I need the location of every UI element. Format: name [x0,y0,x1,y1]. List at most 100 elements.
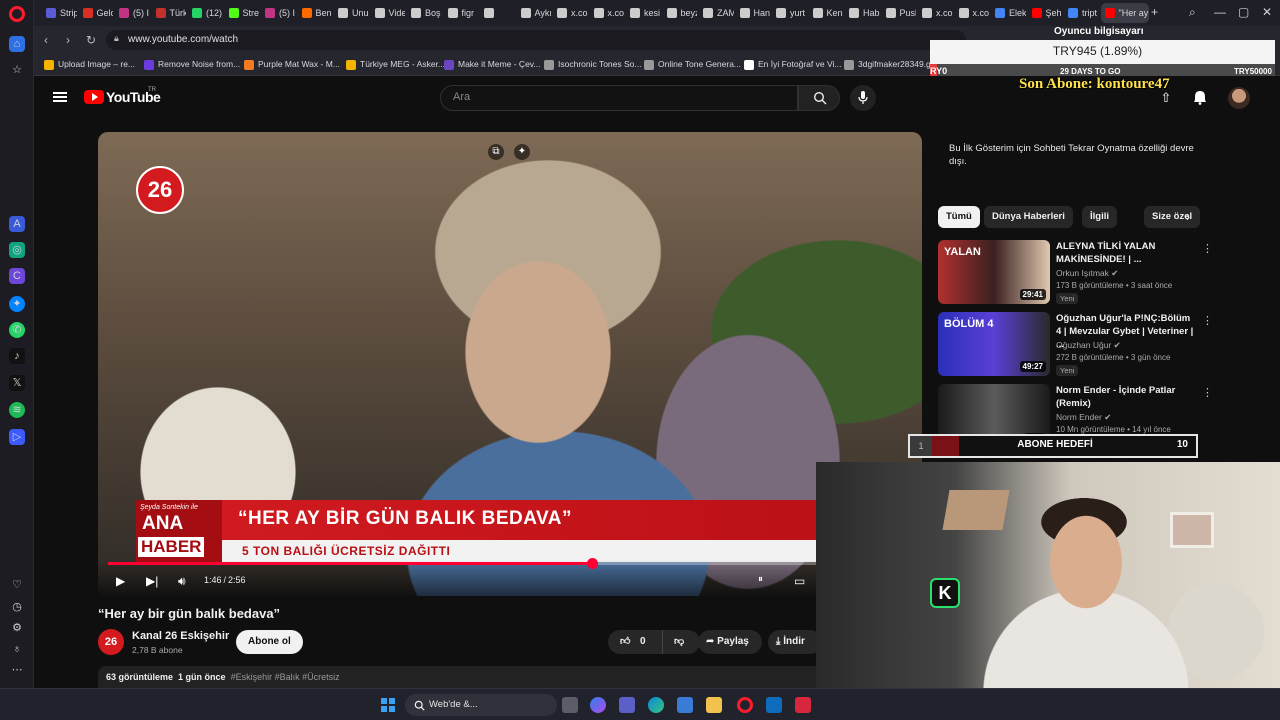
browser-tab[interactable]: figr [444,3,479,23]
recommended-video[interactable]: YALAN 29:41 ALEYNA TİLKİ YALAN MAKİNESİNDE… [938,240,1213,306]
new-tab-plus-icon[interactable]: + [1151,5,1158,19]
browser-tab[interactable]: x.coi [955,3,989,23]
close-window-icon[interactable]: ✕ [1262,5,1272,19]
browser-tab[interactable]: "Her ay b [1100,3,1149,23]
bookmark-star-icon[interactable]: ☆ [9,62,25,78]
browser-tab[interactable]: x.coi [590,3,624,23]
browser-tab[interactable]: Pusl [882,3,916,23]
store-icon[interactable] [677,697,693,713]
play-icon[interactable]: ▶ [116,574,125,588]
browser-tab[interactable]: (5) I [115,3,150,23]
voice-search-button[interactable] [850,85,876,111]
subscribe-button[interactable]: Abone ol [236,630,303,654]
url-field[interactable]: 🔒︎ www.youtube.com/watch [106,30,966,50]
browser-tab[interactable]: (12) [188,3,223,23]
spotify-icon[interactable]: ≋ [9,402,25,418]
search-box[interactable] [440,85,798,111]
opera-logo-icon[interactable] [9,6,25,22]
chatgpt-icon[interactable]: ◎ [9,242,25,258]
tiktok-icon[interactable]: ♪ [9,348,25,364]
filter-chip[interactable]: Size özel [1144,206,1201,228]
browser-tab[interactable]: Türk [152,3,186,23]
app-w-icon[interactable] [795,697,811,713]
forward-arrow-icon[interactable]: › [66,33,70,47]
chips-next-chevron-icon[interactable]: › [1186,210,1190,224]
like-thumb-icon[interactable]: 👍︎ [620,630,630,654]
browser-tab[interactable]: Şehi [1028,3,1062,23]
scrubber-handle[interactable] [587,558,599,569]
player-icon[interactable]: ▷ [9,429,25,445]
browser-tab[interactable]: kesi [626,3,661,23]
bookmark-item[interactable]: Upload Image – re... [44,59,135,70]
more-dots-icon[interactable]: ⋯ [9,662,25,678]
bookmark-item[interactable]: Remove Noise from... [144,59,240,70]
browser-tab[interactable]: yurt [772,3,807,23]
aria-icon[interactable]: A [9,216,25,232]
recommended-channel[interactable]: Norm Ender ✔ [1056,412,1111,423]
bookmark-item[interactable]: Purple Mat Wax - M... [244,59,340,70]
settings-gear-icon[interactable]: ⚙ [9,620,25,636]
volume-icon[interactable]: 🔊︎ [178,574,186,589]
description-box[interactable]: 63 görüntüleme 1 gün önce #Eskişehir #Ba… [98,666,922,688]
teams-icon[interactable] [619,697,635,713]
channel-name[interactable]: Kanal 26 Eskişehir [132,630,229,642]
recommended-title[interactable]: ALEYNA TİLKİ YALAN MAKİNESİNDE! | ... [1056,240,1196,266]
home-icon[interactable]: ⌂ [9,36,25,52]
browser-tab[interactable]: Elek [991,3,1026,23]
browser-tab[interactable]: Unu [334,3,369,23]
next-icon[interactable]: ▶| [146,574,158,588]
recommended-channel[interactable]: Oğuzhan Uğur ✔ [1056,340,1121,351]
youtube-logo-icon[interactable] [84,90,104,104]
search-tabs-icon[interactable]: ⌕ [1189,5,1196,20]
chatsonic-icon[interactable]: C [9,268,25,284]
recommended-thumbnail[interactable]: BÖLÜM 4 49:27 [938,312,1050,376]
browser-tab[interactable]: Vide [371,3,405,23]
maximize-icon[interactable]: ▢ [1238,5,1249,19]
bookmark-item[interactable]: En İyi Fotoğraf ve Vi... [744,59,841,70]
browser-tab[interactable]: Strip [42,3,77,23]
browser-tab[interactable]: Stre [225,3,259,23]
browser-tab[interactable]: x.coi [918,3,953,23]
notifications-bell-icon[interactable] [1192,90,1208,106]
dislike-thumb-icon[interactable]: 👎︎ [674,630,684,654]
whatsapp-icon[interactable]: ✆ [9,322,25,338]
copilot-icon[interactable] [590,697,606,713]
browser-tab[interactable]: Ben [298,3,333,23]
outlook-icon[interactable] [766,697,782,713]
browser-tab[interactable] [480,3,515,23]
search-button[interactable] [798,85,840,111]
browser-tab[interactable]: Gelo [79,3,113,23]
minimize-icon[interactable]: — [1214,5,1226,19]
browser-tab[interactable]: Kens [809,3,843,23]
pip-icon[interactable]: ⧉ [488,144,504,160]
browser-tab[interactable]: Hab [845,3,880,23]
taskbar-search[interactable]: Web'de &... [405,694,557,716]
history-icon[interactable]: ◷ [9,599,25,615]
browser-tab[interactable]: ZAM [699,3,734,23]
browser-tab[interactable]: beyz [663,3,697,23]
video-player[interactable]: 26 ⧉ ✦ Şeyda Sontekin ile ANA HABER “HER… [98,132,922,596]
task-view-icon[interactable] [562,697,578,713]
progress-bar[interactable] [108,558,914,569]
recommended-channel[interactable]: Orkun Işıtmak ✔ [1056,268,1118,279]
subtitles-icon[interactable]: ▭ [794,574,805,588]
browser-tab[interactable]: tript [1064,3,1099,23]
bookmark-item[interactable]: 3dgifmaker28349.gi... [844,59,940,70]
filter-chip[interactable]: Dünya Haberleri [984,206,1073,228]
bookmark-item[interactable]: Isochronic Tones So... [544,59,641,70]
download-button[interactable]: ⤓ İndir [768,630,822,654]
lightbulb-icon[interactable]: ♁ [9,641,25,657]
filter-chip[interactable]: Tümü [938,206,980,228]
more-options-icon[interactable]: ⋮ [1202,314,1213,327]
search-input[interactable] [453,91,783,103]
browser-tab[interactable]: x.coi [553,3,588,23]
reload-icon[interactable]: ↻ [86,33,96,47]
autoplay-toggle-icon[interactable]: ⏸︎ [758,574,763,585]
browser-tab[interactable]: Aykı [517,3,551,23]
opera-taskbar-icon[interactable] [737,697,753,713]
more-options-icon[interactable]: ⋮ [1202,242,1213,255]
share-button[interactable]: ➦ Paylaş [698,630,762,654]
recommended-title[interactable]: Norm Ender - İçinde Patlar (Remix) [1056,384,1196,410]
recommended-video[interactable]: BÖLÜM 4 49:27 Oğuzhan Uğur'la P!NÇ:Bölüm 4… [938,312,1213,378]
channel-avatar[interactable]: 26 [98,629,124,655]
